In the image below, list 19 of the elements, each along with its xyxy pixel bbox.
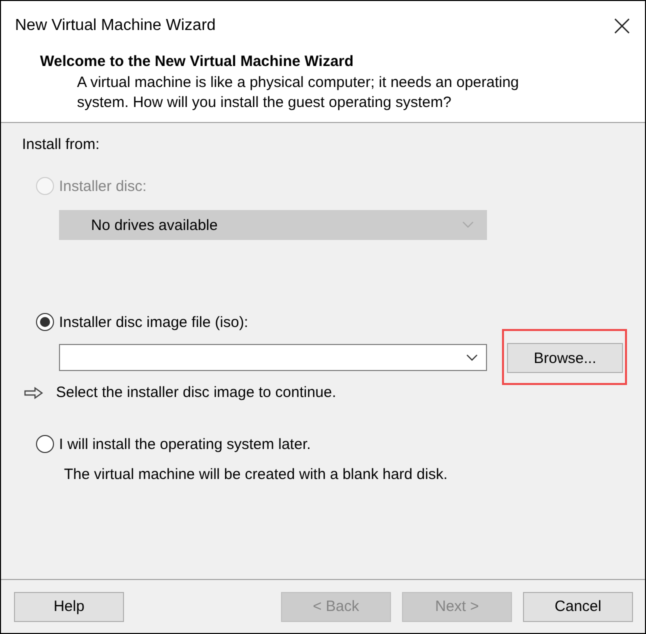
section-label: Install from:: [22, 136, 101, 153]
iso-path-field[interactable]: [59, 344, 487, 371]
chevron-icon: [462, 221, 474, 229]
radio-button[interactable]: [36, 313, 54, 331]
browse-button[interactable]: Browse...: [507, 343, 623, 373]
radio-label: Installer disc image file (iso):: [59, 314, 248, 330]
wizard-description: A virtual machine is like a physical computer; it needs an operating system. How will you install the guest operating system?: [77, 73, 520, 113]
dialog-button[interactable]: Cancel: [523, 592, 633, 622]
note-text: The virtual machine will be created with a blank hard disk.: [64, 466, 449, 483]
hint-text: Select the installer disc image to continue.: [56, 384, 336, 401]
wizard-heading: Welcome to the New Virtual Machine Wizard: [40, 53, 355, 70]
radio-button[interactable]: [36, 435, 54, 453]
window-title: New Virtual Machine Wizard: [15, 17, 216, 35]
radio-label: I will install the operating system later.: [59, 436, 311, 452]
close-icon[interactable]: [614, 18, 630, 34]
chevron-icon: [466, 354, 478, 362]
arrow-icon: [24, 386, 44, 398]
radio-label: Installer disc:: [59, 178, 147, 194]
dialog-button[interactable]: Help: [14, 592, 124, 622]
